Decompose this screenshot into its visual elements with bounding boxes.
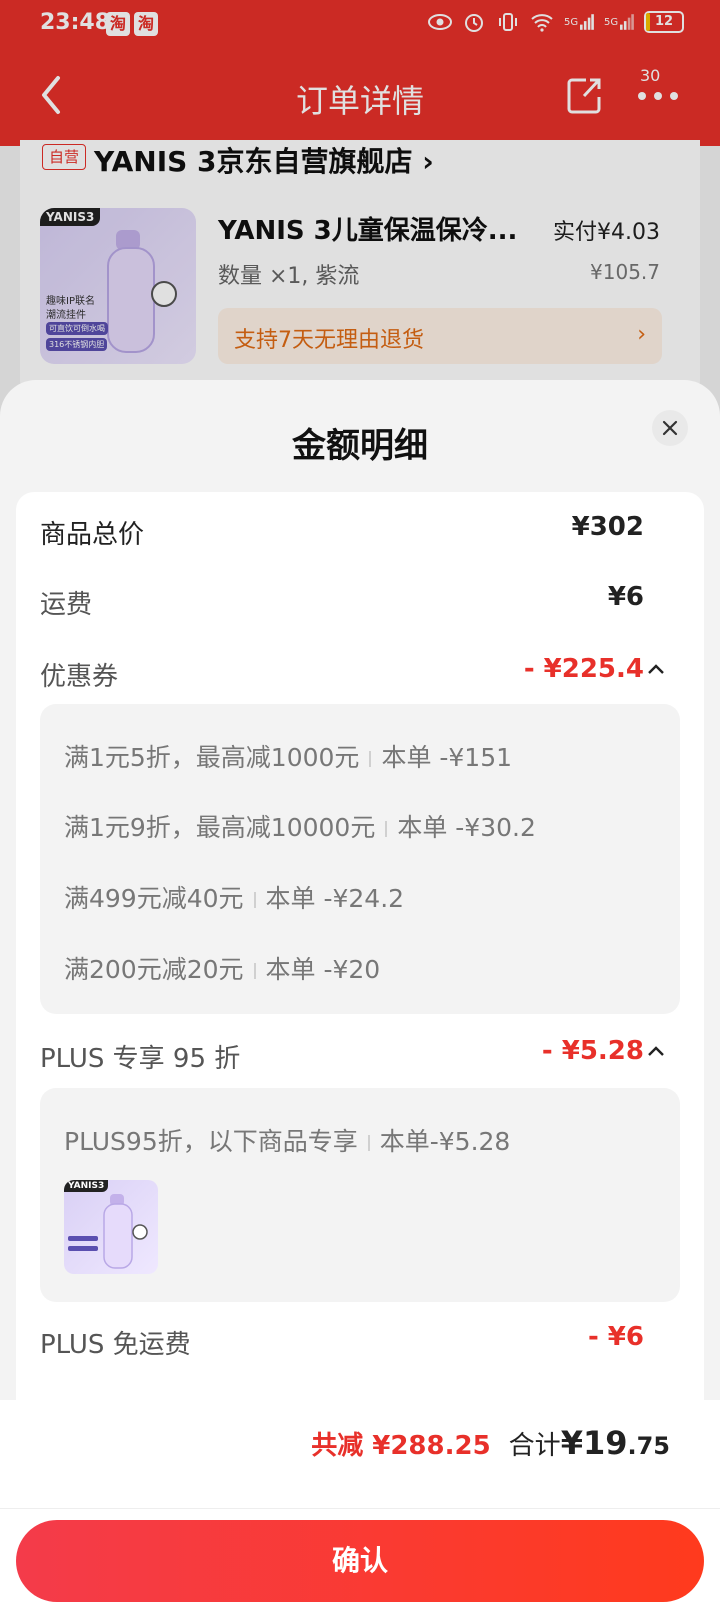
amount-detail-card: 商品总价 ¥302 运费 ¥6 优惠券 - ¥225.4 满1元5折，最高减10… (16, 492, 704, 1412)
coupon-item: 满1元9折，最高减10000元 本单 -¥30.2 (64, 813, 536, 842)
divider (0, 1508, 720, 1509)
product-thumbnail[interactable]: YANIS3 (64, 1180, 158, 1274)
total-discount: 共减 ¥288.25 (311, 1431, 491, 1461)
total-amount-integer: ¥19 (560, 1424, 628, 1462)
plus-shipping-value: - ¥6 (587, 1322, 644, 1352)
chevron-up-icon[interactable] (646, 662, 666, 676)
total-label: 合计 (508, 1431, 561, 1461)
bottom-bar: 共减 ¥288.25 合计 ¥19 .75 确认 (0, 1400, 720, 1612)
coupon-detail-box: 满1元5折，最高减1000元 本单 -¥151 满1元9折，最高减10000元 本单… (40, 704, 680, 1014)
coupon-label[interactable]: 优惠券 (40, 656, 118, 693)
close-icon (662, 420, 678, 436)
thermos-bottle-icon (68, 1194, 148, 1269)
plus-detail-box: PLUS95折，以下商品专享 本单-¥5.28 YANIS3 (40, 1088, 680, 1302)
sheet-title: 金额明细 (292, 426, 428, 466)
coupon-item: 满200元减20元 本单 -¥20 (64, 955, 381, 984)
goods-total-value: ¥302 (571, 512, 644, 542)
chevron-up-icon[interactable] (646, 1044, 666, 1058)
confirm-button[interactable]: 确认 (16, 1520, 704, 1602)
plus-discount-value[interactable]: - ¥5.28 (542, 1036, 644, 1066)
close-button[interactable] (652, 410, 688, 446)
total-amount-decimal: .75 (627, 1432, 670, 1460)
plus-shipping-label: PLUS 免运费 (40, 1330, 191, 1360)
plus-discount-label[interactable]: PLUS 专享 95 折 (40, 1038, 240, 1075)
goods-total-label: 商品总价 (40, 520, 145, 550)
shipping-value: ¥6 (607, 582, 644, 612)
coupon-value[interactable]: - ¥225.4 (524, 654, 644, 684)
coupon-item: 满1元5折，最高减1000元 本单 -¥151 (64, 743, 513, 772)
coupon-item: 满499元减40元 本单 -¥24.2 (64, 884, 405, 913)
plus-detail-line: PLUS95折，以下商品专享 本单-¥5.28 (64, 1127, 511, 1156)
shipping-label: 运费 (40, 590, 93, 620)
total-summary: 共减 ¥288.25 合计 ¥19 .75 (311, 1424, 670, 1462)
